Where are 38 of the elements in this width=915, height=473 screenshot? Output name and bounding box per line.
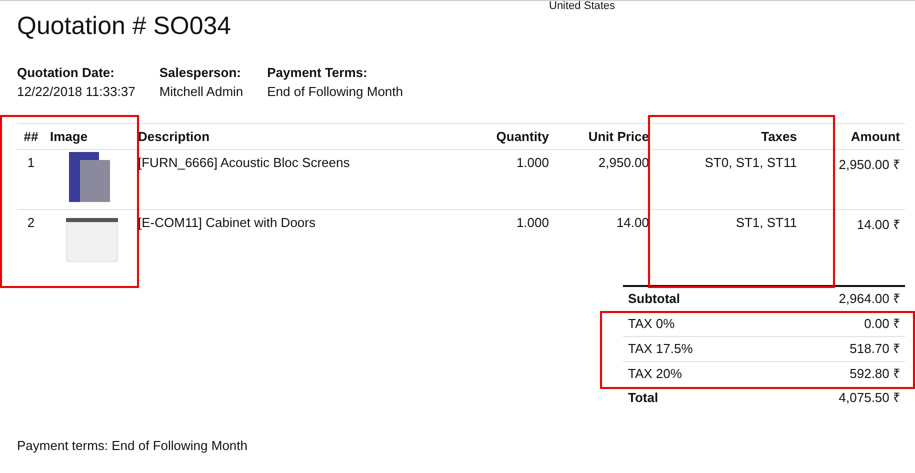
field-value: End of Following Month	[267, 83, 403, 101]
table-cell: 2,950.00	[554, 150, 654, 210]
column-header: Description	[133, 124, 462, 150]
column-header: ##	[17, 124, 45, 150]
total-label: TAX 20%	[623, 362, 768, 386]
total-label: TAX 17.5%	[623, 336, 768, 362]
total-value: 0.00 ₹	[767, 312, 905, 336]
table-cell: ST0, ST1, ST11	[654, 150, 829, 210]
column-header: Unit Price	[554, 124, 654, 150]
table-cell: 1.000	[461, 210, 554, 275]
total-value: 592.80 ₹	[767, 362, 905, 386]
table-cell: 14.00	[554, 210, 654, 275]
field-label: Payment Terms:	[267, 64, 368, 82]
table-cell: 1	[17, 150, 45, 210]
column-header: Quantity	[461, 124, 554, 150]
column-header: Image	[45, 124, 133, 150]
total-value: 4,075.50 ₹	[838, 389, 901, 407]
total-value: 518.70 ₹	[767, 336, 905, 362]
total-label: Subtotal	[623, 286, 768, 312]
table-cell: ST1, ST11	[654, 210, 829, 275]
payment-terms-note: Payment terms: End of Following Month	[17, 438, 248, 453]
total-label: TAX 0%	[623, 312, 768, 336]
total-label: Total	[627, 389, 660, 407]
table-cell: [FURN_6666] Acoustic Bloc Screens	[133, 150, 462, 210]
document-title: Quotation # SO034	[17, 11, 232, 41]
total-value: 2,964.00 ₹	[767, 286, 905, 312]
table-cell: [E-COM11] Cabinet with Doors	[133, 210, 462, 275]
table-cell: 2,950.00 ₹	[829, 150, 905, 210]
table-cell: 1.000	[461, 150, 554, 210]
column-header: Amount	[829, 124, 905, 150]
field-value: Mitchell Admin	[159, 83, 244, 101]
field-label: Quotation Date:	[17, 64, 116, 82]
field-label: Salesperson:	[159, 64, 242, 82]
table-cell: 2	[17, 210, 45, 275]
field-value: 12/22/2018 11:33:37	[17, 83, 136, 101]
address-text: United States	[549, 0, 616, 12]
column-header: Taxes	[654, 124, 829, 150]
table-cell: 14.00 ₹	[829, 210, 905, 275]
